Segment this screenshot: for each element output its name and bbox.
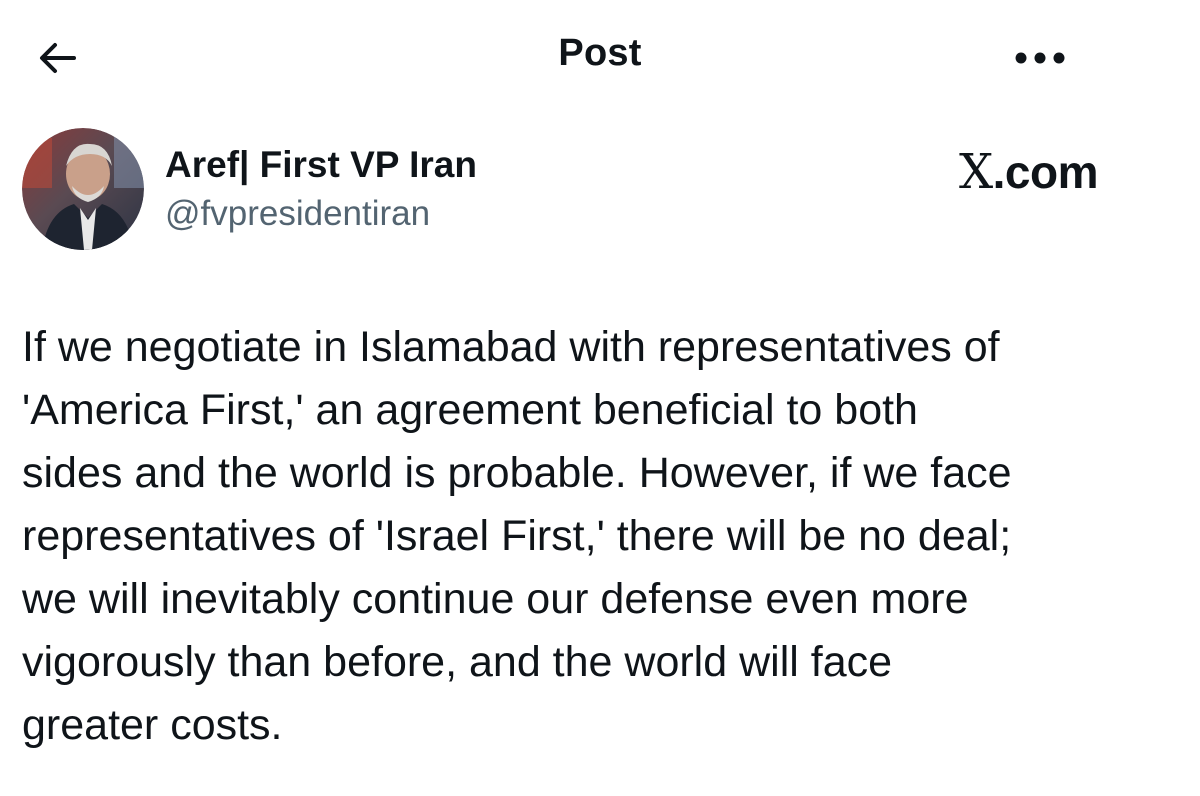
post-text-line: sides and the world is probable. However… — [22, 449, 1012, 497]
x-logo-icon: X — [958, 144, 993, 200]
post-text-line: representatives of 'Israel First,' there… — [22, 512, 1012, 560]
post-text: If we negotiate in Islamabad with repres… — [22, 316, 1182, 757]
post-text-line: If we negotiate in Islamabad with repres… — [22, 323, 1000, 371]
top-bar: Post — [0, 0, 1200, 115]
source-watermark: X.com — [958, 144, 1099, 200]
post-text-line: vigorously than before, and the world wi… — [22, 638, 893, 686]
more-options-button[interactable] — [1008, 38, 1072, 78]
profile-photo — [22, 128, 144, 250]
author-display-name[interactable]: Aref| First VP Iran — [165, 144, 477, 186]
post-text-line: greater costs. — [22, 701, 283, 749]
author-handle[interactable]: @fvpresidentiran — [165, 194, 430, 234]
source-watermark-text: .com — [992, 146, 1099, 198]
more-horizontal-icon — [1015, 52, 1065, 64]
post-text-line: 'America First,' an agreement beneficial… — [22, 386, 918, 434]
post-text-line: we will inevitably continue our defense … — [22, 575, 969, 623]
avatar[interactable] — [22, 128, 144, 250]
